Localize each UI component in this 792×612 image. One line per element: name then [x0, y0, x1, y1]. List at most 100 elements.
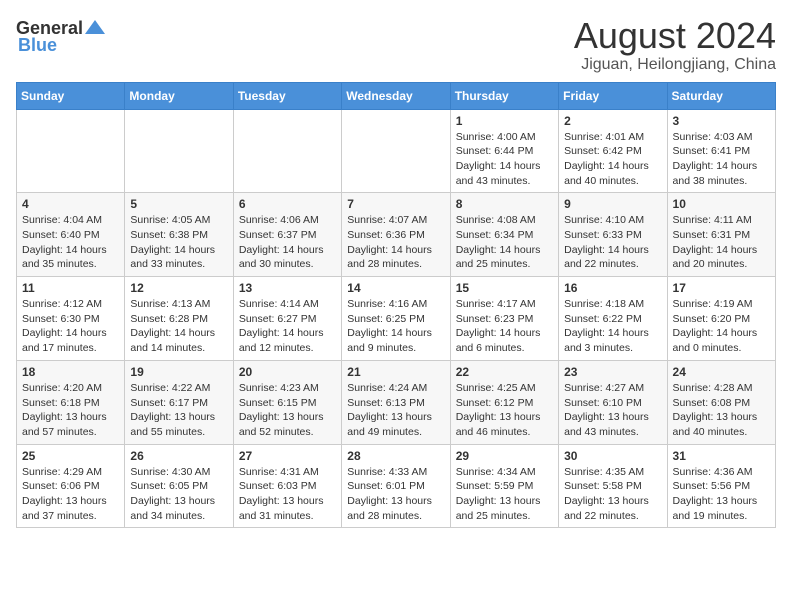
calendar-cell-12: 9 Sunrise: 4:10 AMSunset: 6:33 PMDaylight… — [559, 193, 667, 277]
calendar-cell-20: 17Sunrise: 4:19 AMSunset: 6:20 PMDayligh… — [667, 277, 775, 361]
calendar-cell-30: 27 Sunrise: 4:31 AMSunset: 6:03 PMDayligh… — [233, 444, 341, 528]
day-info: Sunrise: 4:04 AMSunset: 6:40 PMDaylight:… — [22, 213, 119, 272]
calendar-cell-22: 19 Sunrise: 4:22 AMSunset: 6:17 PMDayligh… — [125, 360, 233, 444]
calendar-cell-19: 16 Sunrise: 4:18 AMSunset: 6:22 PMDayligh… — [559, 277, 667, 361]
calendar-cell-14: 11 Sunrise: 4:12 AMSunset: 6:30 PMDayligh… — [17, 277, 125, 361]
day-info: Sunrise: 4:20 AMSunset: 6:18 PMDaylight:… — [22, 381, 119, 440]
day-info: Sunrise: 4:23 AMSunset: 6:15 PMDaylight:… — [239, 381, 336, 440]
day-number: 24 — [673, 365, 770, 379]
calendar-cell-11: 8 Sunrise: 4:08 AMSunset: 6:34 PMDaylight… — [450, 193, 558, 277]
calendar-cell-32: 29Sunrise: 4:34 AMSunset: 5:59 PMDayligh… — [450, 444, 558, 528]
weekday-header-monday: Monday — [125, 82, 233, 109]
day-number: 3 — [673, 114, 770, 128]
day-info: Sunrise: 4:01 AMSunset: 6:42 PMDaylight:… — [564, 130, 661, 189]
day-info: Sunrise: 4:10 AMSunset: 6:33 PMDaylight:… — [564, 213, 661, 272]
day-number: 9 — [564, 197, 661, 211]
day-info: Sunrise: 4:16 AMSunset: 6:25 PMDaylight:… — [347, 297, 444, 356]
calendar-week-4: 18 Sunrise: 4:20 AMSunset: 6:18 PMDayligh… — [17, 360, 776, 444]
calendar-cell-5: 2Sunrise: 4:01 AMSunset: 6:42 PMDaylight… — [559, 109, 667, 193]
day-info: Sunrise: 4:35 AMSunset: 5:58 PMDaylight:… — [564, 465, 661, 524]
calendar: SundayMondayTuesdayWednesdayThursdayFrid… — [16, 82, 776, 529]
calendar-cell-31: 28 Sunrise: 4:33 AMSunset: 6:01 PMDayligh… — [342, 444, 450, 528]
day-number: 23 — [564, 365, 661, 379]
day-number: 5 — [130, 197, 227, 211]
day-info: Sunrise: 4:36 AMSunset: 5:56 PMDaylight:… — [673, 465, 770, 524]
day-number: 28 — [347, 449, 444, 463]
day-number: 20 — [239, 365, 336, 379]
day-info: Sunrise: 4:06 AMSunset: 6:37 PMDaylight:… — [239, 213, 336, 272]
weekday-header-tuesday: Tuesday — [233, 82, 341, 109]
calendar-cell-8: 5Sunrise: 4:05 AMSunset: 6:38 PMDaylight… — [125, 193, 233, 277]
day-info: Sunrise: 4:03 AMSunset: 6:41 PMDaylight:… — [673, 130, 770, 189]
calendar-week-3: 11 Sunrise: 4:12 AMSunset: 6:30 PMDayligh… — [17, 277, 776, 361]
day-number: 22 — [456, 365, 553, 379]
day-number: 6 — [239, 197, 336, 211]
calendar-cell-15: 12 Sunrise: 4:13 AMSunset: 6:28 PMDayligh… — [125, 277, 233, 361]
day-number: 19 — [130, 365, 227, 379]
calendar-cell-1 — [125, 109, 233, 193]
calendar-week-5: 25 Sunrise: 4:29 AMSunset: 6:06 PMDayligh… — [17, 444, 776, 528]
calendar-cell-26: 23 Sunrise: 4:27 AMSunset: 6:10 PMDayligh… — [559, 360, 667, 444]
day-info: Sunrise: 4:07 AMSunset: 6:36 PMDaylight:… — [347, 213, 444, 272]
day-info: Sunrise: 4:11 AMSunset: 6:31 PMDaylight:… — [673, 213, 770, 272]
day-number: 11 — [22, 281, 119, 295]
day-info: Sunrise: 4:14 AMSunset: 6:27 PMDaylight:… — [239, 297, 336, 356]
calendar-cell-0 — [17, 109, 125, 193]
day-number: 14 — [347, 281, 444, 295]
day-number: 25 — [22, 449, 119, 463]
day-number: 13 — [239, 281, 336, 295]
weekday-header-friday: Friday — [559, 82, 667, 109]
calendar-week-1: 1Sunrise: 4:00 AMSunset: 6:44 PMDaylight… — [17, 109, 776, 193]
day-info: Sunrise: 4:12 AMSunset: 6:30 PMDaylight:… — [22, 297, 119, 356]
calendar-cell-9: 6 Sunrise: 4:06 AMSunset: 6:37 PMDaylight… — [233, 193, 341, 277]
title-area: August 2024 Jiguan, Heilongjiang, China — [574, 16, 776, 74]
day-info: Sunrise: 4:31 AMSunset: 6:03 PMDaylight:… — [239, 465, 336, 524]
day-number: 12 — [130, 281, 227, 295]
logo-blue: Blue — [18, 36, 57, 54]
day-number: 16 — [564, 281, 661, 295]
calendar-cell-29: 26Sunrise: 4:30 AMSunset: 6:05 PMDayligh… — [125, 444, 233, 528]
logo: General Blue — [16, 16, 107, 54]
day-number: 26 — [130, 449, 227, 463]
day-number: 27 — [239, 449, 336, 463]
day-info: Sunrise: 4:22 AMSunset: 6:17 PMDaylight:… — [130, 381, 227, 440]
calendar-cell-7: 4 Sunrise: 4:04 AMSunset: 6:40 PMDaylight… — [17, 193, 125, 277]
calendar-header: SundayMondayTuesdayWednesdayThursdayFrid… — [17, 82, 776, 109]
calendar-cell-16: 13 Sunrise: 4:14 AMSunset: 6:27 PMDayligh… — [233, 277, 341, 361]
day-info: Sunrise: 4:18 AMSunset: 6:22 PMDaylight:… — [564, 297, 661, 356]
day-info: Sunrise: 4:27 AMSunset: 6:10 PMDaylight:… — [564, 381, 661, 440]
weekday-header-wednesday: Wednesday — [342, 82, 450, 109]
calendar-cell-4: 1Sunrise: 4:00 AMSunset: 6:44 PMDaylight… — [450, 109, 558, 193]
logo-icon — [83, 16, 107, 40]
day-number: 17 — [673, 281, 770, 295]
weekday-header-thursday: Thursday — [450, 82, 558, 109]
day-info: Sunrise: 4:34 AMSunset: 5:59 PMDaylight:… — [456, 465, 553, 524]
calendar-cell-6: 3 Sunrise: 4:03 AMSunset: 6:41 PMDaylight… — [667, 109, 775, 193]
day-number: 30 — [564, 449, 661, 463]
day-info: Sunrise: 4:29 AMSunset: 6:06 PMDaylight:… — [22, 465, 119, 524]
calendar-cell-28: 25 Sunrise: 4:29 AMSunset: 6:06 PMDayligh… — [17, 444, 125, 528]
calendar-cell-2 — [233, 109, 341, 193]
calendar-cell-10: 7 Sunrise: 4:07 AMSunset: 6:36 PMDaylight… — [342, 193, 450, 277]
day-info: Sunrise: 4:17 AMSunset: 6:23 PMDaylight:… — [456, 297, 553, 356]
calendar-week-2: 4 Sunrise: 4:04 AMSunset: 6:40 PMDaylight… — [17, 193, 776, 277]
day-info: Sunrise: 4:24 AMSunset: 6:13 PMDaylight:… — [347, 381, 444, 440]
day-number: 18 — [22, 365, 119, 379]
day-number: 8 — [456, 197, 553, 211]
weekday-header-sunday: Sunday — [17, 82, 125, 109]
page-subtitle: Jiguan, Heilongjiang, China — [574, 56, 776, 74]
header: General Blue August 2024 Jiguan, Heilong… — [16, 16, 776, 74]
calendar-cell-23: 20 Sunrise: 4:23 AMSunset: 6:15 PMDayligh… — [233, 360, 341, 444]
day-info: Sunrise: 4:13 AMSunset: 6:28 PMDaylight:… — [130, 297, 227, 356]
calendar-cell-13: 10Sunrise: 4:11 AMSunset: 6:31 PMDayligh… — [667, 193, 775, 277]
day-info: Sunrise: 4:33 AMSunset: 6:01 PMDaylight:… — [347, 465, 444, 524]
day-number: 1 — [456, 114, 553, 128]
day-number: 4 — [22, 197, 119, 211]
day-number: 31 — [673, 449, 770, 463]
day-number: 21 — [347, 365, 444, 379]
calendar-cell-18: 15Sunrise: 4:17 AMSunset: 6:23 PMDayligh… — [450, 277, 558, 361]
day-info: Sunrise: 4:08 AMSunset: 6:34 PMDaylight:… — [456, 213, 553, 272]
day-number: 7 — [347, 197, 444, 211]
calendar-cell-21: 18 Sunrise: 4:20 AMSunset: 6:18 PMDayligh… — [17, 360, 125, 444]
calendar-cell-3 — [342, 109, 450, 193]
